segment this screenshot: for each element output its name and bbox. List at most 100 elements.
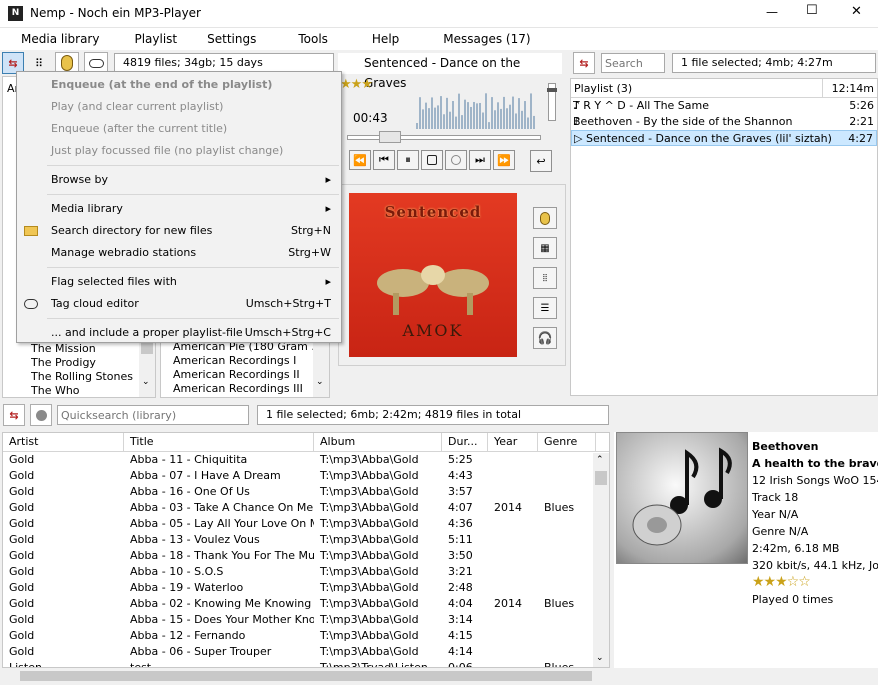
lyrics-button[interactable]: ▦ (533, 237, 557, 259)
folder-icon (24, 226, 38, 236)
menu-messages[interactable]: Messages (17) (443, 32, 530, 46)
table-row[interactable]: Gold Abba - 15 - Does Your Mother Know T:\… (3, 612, 609, 628)
column-header[interactable]: Dur... (442, 433, 488, 451)
list-item[interactable]: The Who (31, 384, 133, 398)
table-row[interactable]: Gold Abba - 12 - Fernando T:\mp3\Abba\Gold… (3, 628, 609, 644)
record-icon (451, 155, 461, 165)
table-row[interactable]: Gold Abba - 06 - Super Trouper T:\mp3\Abba… (3, 644, 609, 660)
table-cell (488, 660, 538, 667)
list-item[interactable]: The Mission (31, 342, 133, 356)
rating-stars[interactable]: ★★★ (340, 77, 373, 92)
column-header[interactable]: Album (314, 433, 442, 451)
table-row[interactable]: Gold Abba - 16 - One Of Us T:\mp3\Abba\Gol… (3, 484, 609, 500)
table-cell: 4:14 (448, 645, 473, 658)
player-panel: Sentenced - Dance on the Graves ★★★ 00:4… (338, 51, 564, 179)
spectrum-bar (509, 104, 511, 129)
context-menu-item[interactable]: Just play focussed file (no playlist cha… (17, 140, 341, 162)
context-menu-item[interactable]: Enqueue (at the end of the playlist) (17, 74, 341, 96)
list-item[interactable]: American Recordings II (173, 368, 322, 382)
table-row[interactable]: Listen test T:\mp3\Tryad\Listen 0:06 Blues (3, 660, 609, 667)
table-row[interactable]: Gold Abba - 02 - Knowing Me Knowing Y... T… (3, 596, 609, 612)
table-cell (488, 516, 538, 532)
list-item[interactable]: The Rolling Stones (31, 370, 133, 384)
details-panel: Beethoven A health to the brave 12 Irish… (614, 432, 878, 668)
menu-tools[interactable]: Tools (298, 32, 328, 46)
progress-slider[interactable] (347, 131, 541, 143)
menu-settings[interactable]: Settings (207, 32, 256, 46)
table-row[interactable]: Gold Abba - 07 - I Have A Dream T:\mp3\Abb… (3, 468, 609, 484)
context-menu-item[interactable]: Media library ▸ (17, 198, 341, 220)
library-toggle-button[interactable]: ⇆ (3, 404, 25, 426)
context-menu-item[interactable]: Tag cloud editor Umsch+Strg+T (17, 293, 341, 315)
submenu-arrow-icon: ▸ (325, 275, 331, 288)
column-header[interactable]: Title (124, 433, 314, 451)
table-row[interactable]: Gold Abba - 05 - Lay All Your Love On Me T… (3, 516, 609, 532)
details-rating[interactable]: ★★★☆☆ (752, 574, 878, 591)
playlist-item[interactable]: ▷ Sentenced - Dance on the Graves (lil' s… (571, 130, 877, 146)
rewind-button[interactable]: ⏪ (349, 150, 371, 170)
context-menu-item[interactable]: Enqueue (after the current title) (17, 118, 341, 140)
table-row[interactable]: Gold Abba - 03 - Take A Chance On Me(1) T:… (3, 500, 609, 516)
context-menu-item[interactable]: Browse by ▸ (17, 169, 341, 191)
chevron-down-icon[interactable]: ⌄ (142, 377, 150, 387)
menu-help[interactable]: Help (372, 32, 399, 46)
scroll-thumb[interactable] (595, 471, 607, 485)
playlist-search-input[interactable] (601, 53, 665, 73)
table-hscroll[interactable] (2, 668, 610, 684)
column-header[interactable]: Genre (538, 433, 596, 451)
record-button[interactable] (445, 150, 467, 170)
context-menu-item[interactable]: Manage webradio stations Strg+W (17, 242, 341, 264)
maximize-button[interactable]: ☐ (806, 3, 818, 18)
context-menu-item[interactable]: Flag selected files with ▸ (17, 271, 341, 293)
cover-view-button[interactable] (533, 207, 557, 229)
quicksearch-bar: ⇆ 1 file selected; 6mb; 2:42m; 4819 file… (0, 402, 878, 428)
equalizer-button[interactable]: ⦙⦙ (533, 267, 557, 289)
table-cell: 4:04 (448, 597, 473, 610)
playlist-mode-button[interactable]: ⇆ (573, 52, 595, 74)
list-item[interactable]: American Recordings I (173, 354, 322, 368)
playlist-item[interactable]: ♪ Beethoven - By the side of the Shannon 2… (571, 114, 877, 130)
minimize-button[interactable]: — (766, 5, 778, 19)
table-cell: T:\mp3\Abba\Gold (320, 533, 419, 546)
hscroll-thumb[interactable] (20, 671, 592, 681)
volume-thumb[interactable] (547, 88, 557, 93)
headset-mode-button[interactable]: ↩ (530, 150, 552, 172)
playlist-item[interactable]: ♪ T R Y ^ D - All The Same 5:26 (571, 98, 877, 114)
menu-media-library[interactable]: Media library (21, 32, 99, 46)
menu-playlist[interactable]: Playlist (134, 32, 177, 46)
headphones-button[interactable]: 🎧 (533, 327, 557, 349)
stop-button[interactable] (421, 150, 443, 170)
list-item[interactable]: The Prodigy (31, 356, 133, 370)
column-header[interactable]: Artist (3, 433, 124, 451)
chevron-down-icon[interactable]: ⌄ (596, 653, 604, 663)
next-button[interactable]: ⏭ (469, 150, 491, 170)
table-row[interactable]: Gold Abba - 18 - Thank You For The Music T… (3, 548, 609, 564)
spectrum-bar (452, 101, 454, 129)
pause-button[interactable]: ⏸ (397, 150, 419, 170)
chevron-down-icon[interactable]: ⌄ (316, 377, 324, 387)
library-icon: ⇆ (9, 408, 19, 422)
record-filter-button[interactable] (30, 404, 52, 426)
column-header[interactable]: Year (488, 433, 538, 451)
list-details-button[interactable]: ☰ (533, 297, 557, 319)
previous-button[interactable]: ⏮ (373, 150, 395, 170)
fast-forward-button[interactable]: ⏩ (493, 150, 515, 170)
context-menu-item[interactable]: Search directory for new files Strg+N (17, 220, 341, 242)
table-row[interactable]: Gold Abba - 19 - Waterloo T:\mp3\Abba\Gold… (3, 580, 609, 596)
context-menu-item[interactable]: Play (and clear current playlist) (17, 96, 341, 118)
volume-slider[interactable] (547, 83, 557, 121)
menu-separator (47, 194, 339, 195)
close-button[interactable]: ✕ (851, 4, 862, 19)
table-row[interactable]: Gold Abba - 11 - Chiquitita T:\mp3\Abba\Go… (3, 452, 609, 468)
table-row[interactable]: Gold Abba - 10 - S.O.S T:\mp3\Abba\Gold 3:2… (3, 564, 609, 580)
table-cell: T:\mp3\Abba\Gold (320, 565, 419, 578)
chevron-up-icon[interactable]: ⌃ (596, 455, 604, 465)
spectrum-bar (524, 101, 526, 129)
table-vscroll[interactable]: ⌃ ⌄ (593, 453, 609, 667)
quicksearch-input[interactable] (57, 405, 249, 425)
list-item[interactable]: American Recordings III (173, 382, 322, 396)
context-menu-item[interactable]: ... and include a proper playlist-file Um… (17, 322, 341, 344)
progress-thumb[interactable] (378, 131, 401, 143)
table-row[interactable]: Gold Abba - 13 - Voulez Vous T:\mp3\Abba\G… (3, 532, 609, 548)
table-cell: Gold (9, 469, 35, 482)
